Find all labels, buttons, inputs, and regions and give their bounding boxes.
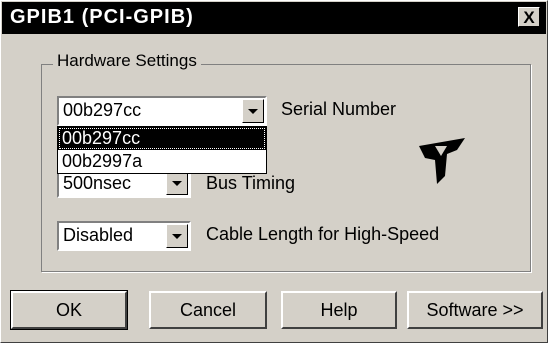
dropdown-option-selected[interactable]: 00b297cc [58,127,266,150]
serial-number-label: Serial Number [281,99,397,119]
chevron-down-icon[interactable] [166,224,188,248]
title-bar[interactable]: GPIB1 (PCI-GPIB) X [2,2,546,34]
help-button-label: Help [320,300,358,320]
window-title: GPIB1 (PCI-GPIB) [10,6,194,28]
software-button-label: Software >> [426,300,524,320]
close-button[interactable]: X [518,7,540,27]
chevron-down-icon[interactable] [242,99,264,123]
dropdown-option[interactable]: 00b2997a [58,150,266,173]
bus-timing-value: 500nsec [63,173,132,193]
serial-number-combo[interactable]: 00b297cc [57,96,267,126]
cable-length-value: Disabled [63,225,134,245]
chevron-down-icon[interactable] [166,171,188,195]
serial-number-dropdown-list[interactable]: 00b297cc 00b2997a [57,126,267,174]
cancel-button[interactable]: Cancel [149,291,267,329]
national-instruments-logo-icon [419,138,465,184]
ok-button-label: OK [55,300,82,320]
cable-length-combo[interactable]: Disabled [57,221,191,251]
cancel-button-label: Cancel [179,300,237,320]
help-button[interactable]: Help [281,291,397,329]
cable-length-label: Cable Length for High-Speed [206,224,440,244]
group-label: Hardware Settings [53,51,201,71]
serial-number-value: 00b297cc [63,100,142,120]
bus-timing-label: Bus Timing [206,173,296,193]
dialog-window: GPIB1 (PCI-GPIB) X Hardware Settings 00b… [0,0,548,343]
software-button[interactable]: Software >> [407,291,543,329]
ok-button[interactable]: OK [10,290,128,330]
